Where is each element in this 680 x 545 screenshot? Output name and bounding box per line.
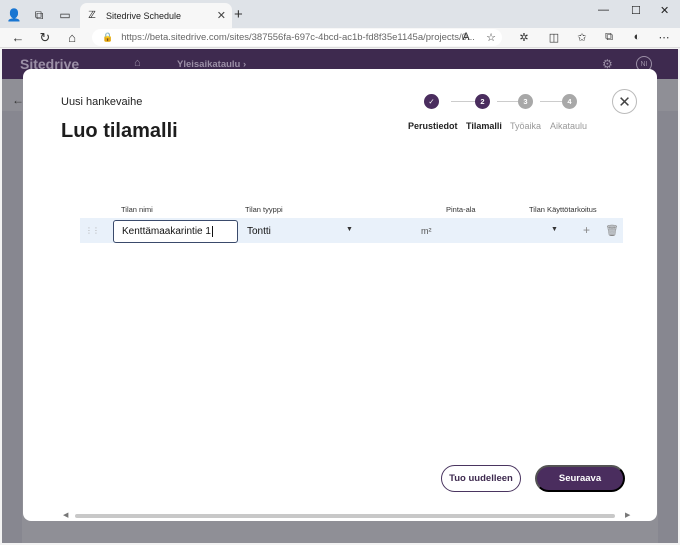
favorites-icon[interactable]: ✩ (575, 31, 589, 44)
address-bar: ← ↻ ⌂ 🔒 https://beta.sitedrive.com/sites… (0, 28, 680, 48)
column-header-usage: Tilan Käyttötarkoitus (529, 205, 597, 214)
tab-close-icon[interactable]: ✕ (217, 9, 226, 22)
refresh-icon[interactable]: ↻ (37, 30, 53, 46)
browser-tab-bar: 👤 ⧉ ▭ ℤ Sitedrive Schedule ✕ + — ☐ ✕ (0, 0, 680, 28)
read-aloud-icon[interactable]: A (459, 31, 473, 43)
copilot-icon[interactable]: ◐ (630, 31, 644, 43)
usage-dropdown-arrow-icon[interactable]: ▼ (551, 226, 558, 233)
minimize-icon[interactable]: — (598, 4, 609, 16)
new-phase-modal: Uusi hankevaihe Luo tilamalli ✓ 2 3 4 Pe… (23, 69, 657, 521)
lock-icon: 🔒 (102, 32, 114, 42)
horizontal-scrollbar[interactable]: ◀ ▶ (63, 512, 633, 520)
scroll-right-icon[interactable]: ▶ (625, 511, 630, 519)
new-tab-icon[interactable]: + (234, 6, 243, 23)
space-name-value: Kenttämaakarintie 1 (122, 226, 211, 237)
step-4-circle: 4 (562, 94, 577, 109)
browser-tab[interactable]: ℤ Sitedrive Schedule ✕ (80, 3, 232, 28)
tab-title: Sitedrive Schedule (106, 10, 182, 21)
modal-subtitle: Uusi hankevaihe (61, 96, 143, 108)
step-label-tyoaika: Työaika (510, 121, 542, 131)
step-1-check-icon: ✓ (424, 94, 439, 109)
right-side-panel (658, 111, 678, 543)
scrollbar-thumb[interactable] (75, 514, 615, 518)
area-unit: m² (421, 226, 432, 236)
back-icon[interactable]: ← (10, 30, 26, 45)
extensions-icon[interactable]: ✲ (517, 31, 531, 44)
scroll-left-icon[interactable]: ◀ (63, 511, 68, 519)
more-menu-icon[interactable]: ⋯ (657, 31, 671, 44)
step-connector (497, 101, 519, 102)
workspaces-icon[interactable]: ⧉ (30, 6, 48, 24)
maximize-icon[interactable]: ☐ (631, 4, 641, 17)
app-home-icon[interactable]: ⌂ (134, 57, 141, 69)
step-label-aikataulu: Aikataulu (550, 121, 588, 131)
close-button[interactable]: ✕ (612, 89, 637, 114)
favorite-star-icon[interactable]: ☆ (484, 31, 498, 44)
url-text: https://beta.sitedrive.com/sites/387556f… (121, 32, 475, 43)
step-label-tilamalli: Tilamalli (466, 121, 502, 131)
column-header-name: Tilan nimi (121, 205, 153, 214)
drag-handle-icon[interactable]: ⋮⋮ (85, 226, 100, 235)
type-dropdown-arrow-icon[interactable]: ▼ (346, 226, 353, 233)
profile-icon[interactable]: 👤 (5, 6, 23, 24)
step-connector (540, 101, 562, 102)
text-cursor (211, 226, 213, 237)
step-3-circle: 3 (518, 94, 533, 109)
space-name-input[interactable]: Kenttämaakarintie 1 (113, 220, 238, 243)
split-screen-icon[interactable]: ◫ (547, 31, 561, 44)
reimport-button[interactable]: Tuo uudelleen (441, 465, 521, 492)
step-2-circle: 2 (475, 94, 490, 109)
space-type-select[interactable]: Tontti (247, 226, 271, 237)
step-label-perustiedot: Perustiedot (408, 121, 458, 131)
window-close-icon[interactable]: ✕ (660, 4, 669, 17)
add-row-icon[interactable]: + (583, 223, 590, 237)
tab-actions-icon[interactable]: ▭ (56, 6, 74, 24)
collections-icon[interactable]: ⧉ (602, 31, 616, 44)
left-side-panel (2, 111, 22, 543)
column-header-area: Pinta-ala (446, 205, 476, 214)
home-icon[interactable]: ⌂ (64, 30, 80, 45)
next-button[interactable]: Seuraava (535, 465, 625, 492)
close-icon: ✕ (618, 93, 631, 111)
sitedrive-favicon-icon: ℤ (88, 10, 96, 21)
trash-icon[interactable]: 🗑 (605, 224, 619, 237)
column-header-type: Tilan tyyppi (245, 205, 283, 214)
modal-title: Luo tilamalli (61, 120, 178, 142)
url-field[interactable]: 🔒 https://beta.sitedrive.com/sites/38755… (92, 29, 502, 46)
